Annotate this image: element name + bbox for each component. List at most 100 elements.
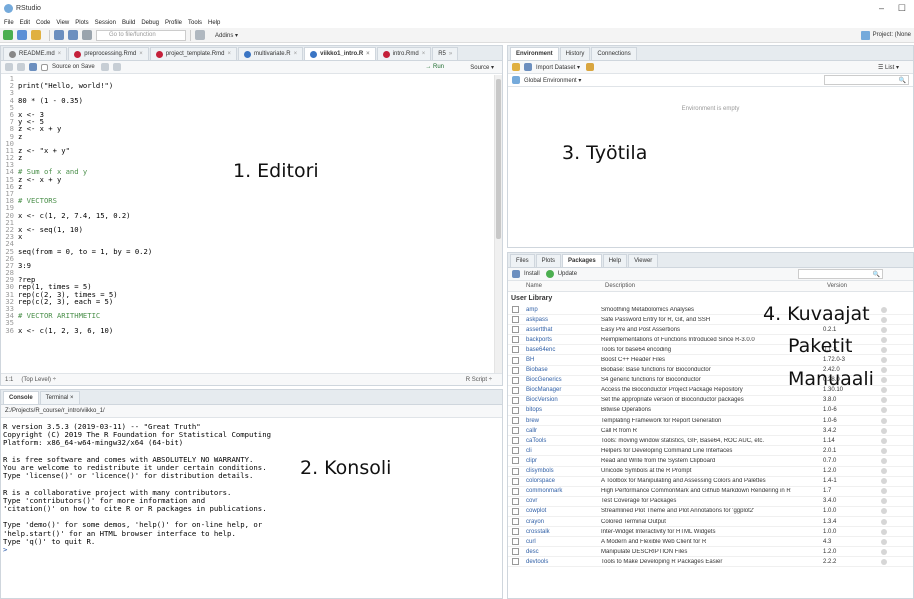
package-checkbox[interactable] <box>512 497 519 505</box>
package-name-link[interactable]: BiocGenerics <box>522 377 601 383</box>
package-name-link[interactable]: assertthat <box>522 327 601 333</box>
new-project-icon[interactable] <box>17 30 27 40</box>
source-button[interactable]: Source ▾ <box>470 64 494 71</box>
package-name-link[interactable]: BiocManager <box>522 387 601 393</box>
package-row[interactable]: curl A Modern and Flexible Web Client for… <box>508 537 913 548</box>
package-row[interactable]: crayon Colored Terminal Output 1.3.4 <box>508 517 913 528</box>
tab-files[interactable]: Files <box>510 254 535 267</box>
code-line[interactable]: 17 <box>1 190 494 197</box>
global-environment-selector[interactable]: Global Environment ▾ <box>524 77 581 84</box>
menu-build[interactable]: Build <box>122 20 135 26</box>
remove-package-icon[interactable] <box>881 528 887 535</box>
tab-history[interactable]: History <box>559 47 591 60</box>
package-row[interactable]: bitops Bitwise Operations 1.0-6 <box>508 406 913 417</box>
wand-icon[interactable] <box>112 63 121 71</box>
remove-package-icon[interactable] <box>881 427 887 434</box>
editor-scroll-thumb[interactable] <box>496 79 501 239</box>
package-row[interactable]: assertthat Easy Pre and Post Assertions 0.… <box>508 325 913 336</box>
package-row[interactable]: crosstalk Inter-Widget Interactivity for … <box>508 527 913 538</box>
package-name-link[interactable]: colorspace <box>522 478 601 484</box>
remove-package-icon[interactable] <box>881 357 887 364</box>
package-checkbox[interactable] <box>512 548 519 556</box>
editor-tab[interactable]: multivariate.R × <box>237 47 304 60</box>
package-checkbox[interactable] <box>512 447 519 455</box>
open-file-icon[interactable] <box>31 30 41 40</box>
close-icon[interactable]: × <box>139 51 143 57</box>
tab-viewer[interactable]: Viewer <box>628 254 659 267</box>
remove-package-icon[interactable] <box>881 457 887 464</box>
remove-package-icon[interactable] <box>881 538 887 545</box>
code-line[interactable]: 18 # VECTORS <box>1 197 494 204</box>
run-button[interactable]: → Run <box>425 64 444 70</box>
remove-package-icon[interactable] <box>881 417 887 424</box>
remove-package-icon[interactable] <box>881 488 887 495</box>
import-dataset-button[interactable]: Import Dataset ▾ <box>536 64 580 71</box>
menu-profile[interactable]: Profile <box>165 20 182 26</box>
package-name-link[interactable]: crosstalk <box>522 529 601 535</box>
package-name-link[interactable]: cowplot <box>522 508 601 514</box>
remove-package-icon[interactable] <box>881 437 887 444</box>
menu-debug[interactable]: Debug <box>141 20 159 26</box>
menu-code[interactable]: Code <box>36 20 50 26</box>
remove-package-icon[interactable] <box>881 377 887 384</box>
remove-package-icon[interactable] <box>881 447 887 454</box>
package-checkbox[interactable] <box>512 366 519 374</box>
code-editor[interactable]: 1 2 print("Hello, world!") 3 4 80 * (1 - 0.35… <box>1 75 494 373</box>
minimize-button[interactable]: – <box>879 3 884 13</box>
editor-scrollbar[interactable] <box>494 75 502 373</box>
tab-console[interactable]: Console <box>3 391 39 404</box>
save-all-icon[interactable] <box>68 30 78 40</box>
package-checkbox[interactable] <box>512 427 519 435</box>
package-checkbox[interactable] <box>512 477 519 485</box>
remove-package-icon[interactable] <box>881 306 887 313</box>
header-name[interactable]: Name <box>522 283 605 289</box>
package-name-link[interactable]: bitops <box>522 407 601 413</box>
scope-selector[interactable]: (Top Level) ÷ <box>21 377 56 383</box>
package-name-link[interactable]: crayon <box>522 519 601 525</box>
package-checkbox[interactable] <box>512 507 519 515</box>
goto-file-input[interactable]: Go to file/function <box>96 29 186 41</box>
header-version[interactable]: Version <box>827 283 877 289</box>
remove-package-icon[interactable] <box>881 316 887 323</box>
remove-package-icon[interactable] <box>881 478 887 485</box>
menu-view[interactable]: View <box>56 20 69 26</box>
project-menu[interactable]: Project: (None <box>860 30 911 40</box>
editor-tab[interactable]: preprocessing.Rmd × <box>68 47 149 60</box>
addins-button[interactable]: Addins ▾ <box>215 32 238 39</box>
package-row[interactable]: BiocVersion Set the appropriate version o… <box>508 396 913 406</box>
package-row[interactable]: covr Test Coverage for Packages 3.4.0 <box>508 497 913 507</box>
package-checkbox[interactable] <box>512 326 519 334</box>
code-line[interactable]: 6x <- 3 <box>1 111 494 118</box>
code-line[interactable]: 27 3:9 <box>1 262 494 269</box>
remove-package-icon[interactable] <box>881 508 887 515</box>
package-name-link[interactable]: Biobase <box>522 367 601 373</box>
package-name-link[interactable]: callr <box>522 428 601 434</box>
header-description[interactable]: Description <box>605 283 827 289</box>
package-row[interactable]: cli Helpers for Developing Command Line I… <box>508 446 913 457</box>
grid-icon[interactable] <box>195 30 205 40</box>
code-line[interactable]: 23 x <box>1 233 494 240</box>
tab-terminal[interactable]: Terminal × <box>39 391 80 404</box>
package-row[interactable]: colorspace A Toolbox for Manipulating and… <box>508 477 913 487</box>
save-icon[interactable] <box>29 63 37 71</box>
package-name-link[interactable]: desc <box>522 549 601 555</box>
package-checkbox[interactable] <box>512 376 519 384</box>
package-checkbox[interactable] <box>512 558 519 566</box>
package-name-link[interactable]: base64enc <box>522 347 601 353</box>
package-name-link[interactable]: cli <box>522 448 601 454</box>
close-icon[interactable]: × <box>366 51 370 57</box>
package-checkbox[interactable] <box>512 467 519 475</box>
package-checkbox[interactable] <box>512 437 519 445</box>
package-checkbox[interactable] <box>512 487 519 495</box>
close-icon[interactable]: × <box>58 51 62 57</box>
menu-plots[interactable]: Plots <box>75 20 88 26</box>
code-line[interactable]: 32 rep(c(2, 3), each = 5) <box>1 298 494 305</box>
package-row[interactable]: desc Manipulate DESCRIPTION Files 1.2.0 <box>508 547 913 558</box>
editor-tab-active[interactable]: viikko1_intro.R × <box>304 47 376 60</box>
package-name-link[interactable]: amp <box>522 307 601 313</box>
package-name-link[interactable]: commonmark <box>522 488 601 494</box>
package-row[interactable]: callr Call R from R 3.4.2 <box>508 426 913 437</box>
code-line[interactable]: 22 x <- seq(1, 10) <box>1 226 494 233</box>
code-line[interactable]: 7y <- 5 <box>1 118 494 125</box>
update-button[interactable]: Update <box>558 271 577 277</box>
